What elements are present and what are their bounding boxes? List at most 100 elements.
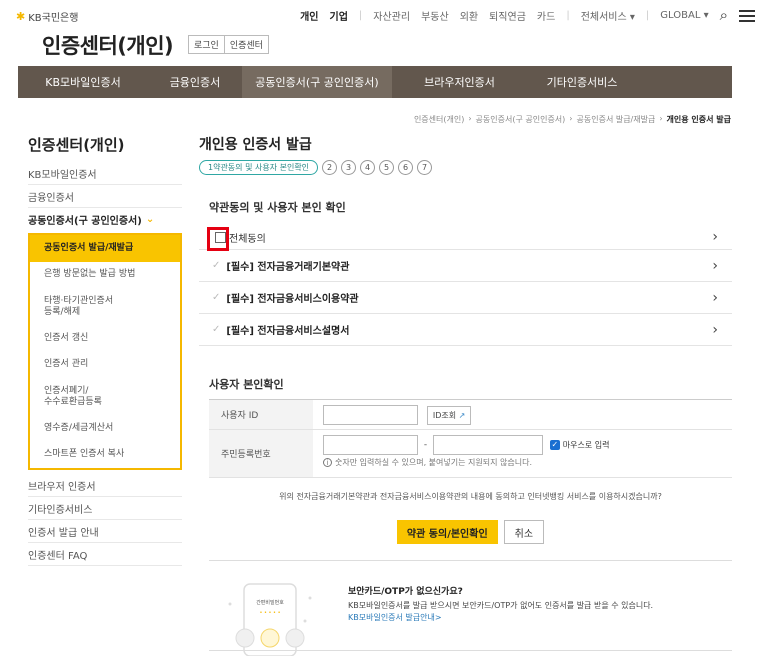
topnav-separator: | — [358, 10, 363, 21]
topnav-personal[interactable]: 개인 — [300, 8, 318, 23]
rrn-row: 주민등록번호 - ✓ 마우스로 입력 i 숫자만 입력하실 수 있으며, 붙여넣기… — [209, 430, 732, 478]
user-id-input[interactable] — [323, 405, 418, 425]
sidebar-item-faq[interactable]: 인증센터 FAQ — [28, 543, 182, 566]
divider — [209, 560, 732, 561]
breadcrumb-sep: › — [468, 114, 472, 123]
sidebar-item-other[interactable]: 기타인증서비스 — [28, 497, 182, 520]
face-icon — [285, 628, 305, 648]
sidebar-item-financial[interactable]: 금융인증서 — [28, 185, 182, 208]
id-lookup-button[interactable]: ID조회 ↗ — [426, 405, 472, 425]
breadcrumb-item[interactable]: 인증센터(개인) — [414, 114, 464, 125]
chevron-right-icon[interactable]: › — [712, 229, 718, 245]
chevron-right-icon[interactable]: › — [712, 258, 718, 274]
sidebar-sub-no-visit[interactable]: 은행 방문없는 발급 방법 — [30, 262, 180, 288]
cert-center-button[interactable]: 인증센터 — [224, 35, 269, 54]
agree-all-row[interactable]: 전체동의 › — [199, 225, 732, 251]
breadcrumb-sep: › — [569, 114, 573, 123]
sidebar-sub-revoke[interactable]: 인증서폐기/ 수수료환급등록 — [30, 378, 180, 416]
rrn-cell: - ✓ 마우스로 입력 i 숫자만 입력하실 수 있으며, 붙여넣기는 지원되지 … — [313, 430, 732, 477]
step-indicator: 1약관동의 및 사용자 본인확인 2 3 4 5 6 7 — [199, 160, 433, 175]
breadcrumb-item[interactable]: 공동인증서 발급/재발급 — [577, 114, 656, 125]
cancel-button[interactable]: 취소 — [503, 520, 545, 544]
main-gnb: KB모바일인증서 금융인증서 공동인증서(구 공인인증서) 브라우저인증서 기타… — [18, 66, 732, 98]
user-id-cell: ID조회 ↗ — [313, 400, 732, 429]
topnav-pension[interactable]: 퇴직연금 — [489, 8, 526, 23]
sidebar: KB모바일인증서 금융인증서 공동인증서(구 공인인증서) ⌄ 공동인증서 발급… — [28, 162, 182, 566]
kb-star-icon: ✱ — [16, 10, 26, 23]
gnb-joint-cert[interactable]: 공동인증서(구 공인인증서) — [242, 66, 392, 98]
term-row[interactable]: ✓ [필수] 전자금융서비스설명서 › — [199, 314, 732, 346]
check-icon[interactable]: ✓ — [212, 260, 220, 271]
topnav-global[interactable]: GLOBAL ▾ — [660, 10, 708, 21]
step-number: 6 — [398, 160, 414, 175]
agree-question: 위의 전자금융거래기본약관과 전자금융서비스이용약관의 내용에 동의하고 인터넷… — [279, 492, 662, 501]
user-id-row: 사용자 ID ID조회 ↗ — [209, 400, 732, 430]
check-icon[interactable]: ✓ — [212, 292, 220, 303]
rrn-label: 주민등록번호 — [209, 430, 313, 477]
kb-logo[interactable]: ✱ KB국민은행 — [16, 9, 78, 24]
sidebar-submenu: 공동인증서 발급/재발급 은행 방문없는 발급 방법 타행·타기관인증서 등록/… — [28, 233, 182, 470]
sidebar-sub-phone-copy[interactable]: 스마트폰 인증서 복사 — [30, 442, 180, 468]
breadcrumb: 인증센터(개인) › 공동인증서(구 공인인증서) › 공동인증서 발급/재발급 › … — [414, 114, 731, 125]
breadcrumb-sep: › — [659, 114, 663, 123]
rrn-front-input[interactable] — [323, 435, 418, 455]
topnav-asset[interactable]: 자산관리 — [373, 8, 410, 23]
chevron-right-icon[interactable]: › — [712, 322, 718, 338]
breadcrumb-item[interactable]: 공동인증서(구 공인인증서) — [476, 114, 566, 125]
rrn-back-input[interactable] — [433, 435, 543, 455]
hamburger-menu-icon[interactable] — [739, 9, 755, 22]
check-icon[interactable]: ✓ — [212, 324, 220, 335]
sidebar-sub-issue[interactable]: 공동인증서 발급/재발급 — [30, 235, 180, 262]
external-link-icon: ↗ — [458, 410, 466, 420]
sidebar-sub-receipt[interactable]: 영수증/세금계산서 — [30, 416, 180, 442]
term-row[interactable]: ✓ [필수] 전자금융서비스이용약관 › — [199, 282, 732, 314]
divider — [209, 650, 732, 651]
gnb-kb-mobile-cert[interactable]: KB모바일인증서 — [18, 66, 148, 98]
promo-box: 보안카드/OTP가 없으신가요? KB모바일인증서를 발급 받으시면 보안카드/… — [348, 586, 653, 624]
topnav-realestate[interactable]: 부동산 — [421, 8, 449, 23]
top-nav: 개인 기업 | 자산관리 부동산 외환 퇴직연금 카드 | 전체서비스 ▾ | … — [300, 8, 755, 23]
id-lookup-label: ID조회 — [432, 410, 457, 420]
decor-dot — [303, 619, 307, 623]
step-number: 4 — [360, 160, 376, 175]
topnav-all-services[interactable]: 전체서비스 ▾ — [581, 8, 635, 23]
sidebar-item-kb-mobile[interactable]: KB모바일인증서 — [28, 162, 182, 185]
promo-link[interactable]: KB모바일인증서 발급안내> — [348, 612, 653, 624]
sidebar-item-guide[interactable]: 인증서 발급 안내 — [28, 520, 182, 543]
rrn-note-text: 숫자만 입력하실 수 있으며, 붙여넣기는 지원되지 않습니다. — [335, 458, 532, 467]
title-buttons: 로그인 인증센터 — [188, 35, 269, 54]
topnav-business[interactable]: 기업 — [330, 8, 348, 23]
search-icon[interactable]: ⌕ — [720, 8, 728, 23]
gnb-other-cert[interactable]: 기타인증서비스 — [527, 66, 637, 98]
login-button[interactable]: 로그인 — [188, 35, 225, 54]
decor-dot — [228, 602, 232, 606]
gnb-financial-cert[interactable]: 금융인증서 — [148, 66, 242, 98]
phone-dots: • • • • • — [259, 610, 280, 616]
topnav-card[interactable]: 카드 — [537, 8, 555, 23]
topnav-separator: | — [645, 10, 650, 21]
user-verify-table: 사용자 ID ID조회 ↗ 주민등록번호 - ✓ 마우스로 입력 i 숫자만 입력… — [209, 399, 732, 478]
sidebar-item-joint-cert[interactable]: 공동인증서(구 공인인증서) ⌄ — [28, 208, 182, 231]
gnb-browser-cert[interactable]: 브라우저인증서 — [392, 66, 527, 98]
phone-label: 간편비밀번호 — [256, 599, 284, 606]
step-current: 1약관동의 및 사용자 본인확인 — [199, 160, 319, 175]
promo-title: 보안카드/OTP가 없으신가요? — [348, 587, 463, 597]
term-row[interactable]: ✓ [필수] 전자금융거래기본약관 › — [199, 250, 732, 282]
page-title: 인증센터(개인) — [42, 34, 174, 58]
step-number: 2 — [322, 160, 338, 175]
step-number: 5 — [379, 160, 395, 175]
sidebar-item-browser[interactable]: 브라우저 인증서 — [28, 474, 182, 497]
sidebar-sub-manage[interactable]: 인증서 관리 — [30, 352, 180, 378]
rrn-note: i 숫자만 입력하실 수 있으며, 붙여넣기는 지원되지 않습니다. — [323, 457, 722, 468]
term-label: [필수] 전자금융서비스설명서 — [226, 326, 350, 337]
mouse-input-checkbox[interactable]: ✓ — [549, 440, 560, 450]
chevron-right-icon[interactable]: › — [712, 290, 718, 306]
chevron-down-icon: ⌄ — [145, 214, 155, 225]
sidebar-sub-other-bank[interactable]: 타행·타기관인증서 등록/해제 — [30, 288, 180, 326]
agree-confirm-button[interactable]: 약관 동의/본인확인 — [396, 520, 498, 544]
sidebar-item-label: 공동인증서(구 공인인증서) — [28, 216, 142, 227]
sidebar-sub-renew[interactable]: 인증서 갱신 — [30, 326, 180, 352]
breadcrumb-current: 개인용 인증서 발급 — [666, 115, 731, 124]
agree-all-label: 전체동의 — [229, 233, 266, 245]
topnav-forex[interactable]: 외환 — [460, 8, 478, 23]
